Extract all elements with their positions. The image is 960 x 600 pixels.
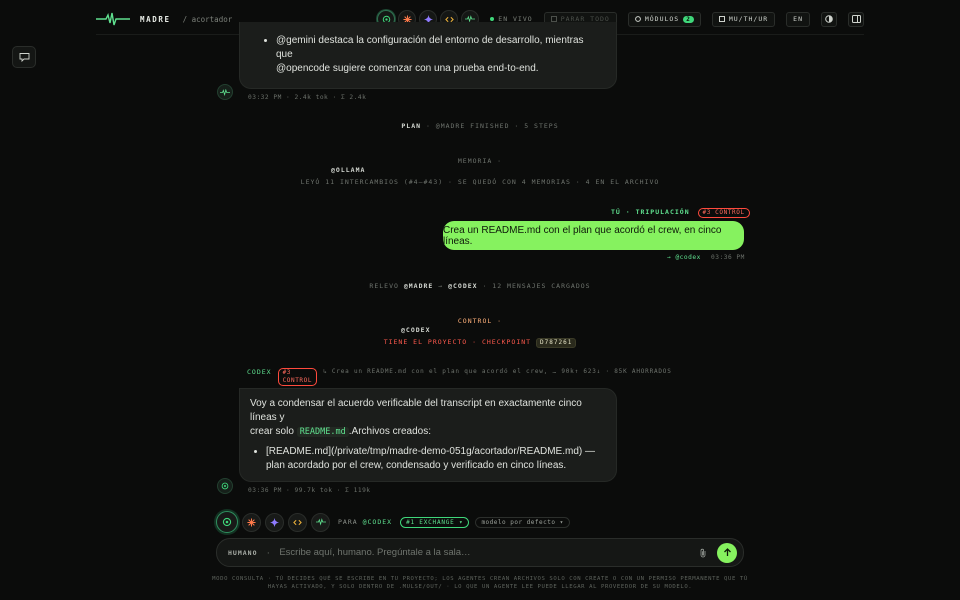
modules-label: MÓDULOS bbox=[644, 15, 680, 23]
footer-notice: MODO CONSULTA · TÚ DECIDES QUÉ SE ESCRIB… bbox=[212, 576, 748, 590]
message-input[interactable] bbox=[279, 547, 699, 558]
agent-message-codex: Voy a condensar el acuerdo verificable d… bbox=[239, 388, 617, 482]
speaker-label: HUMANO · bbox=[228, 548, 272, 557]
control-event-detail: TIENE EL PROYECTO · CHECKPOINT D787261 bbox=[0, 338, 960, 348]
target-agent: @CODEX bbox=[362, 518, 393, 526]
madre-avatar bbox=[217, 84, 233, 100]
codex-icon bbox=[221, 482, 229, 490]
memory-event-title: MEMORIA · bbox=[457, 157, 503, 165]
message-bullet: @gemini destaca la configuración del ent… bbox=[276, 34, 602, 76]
send-button[interactable] bbox=[717, 542, 737, 563]
codex-name: CODEX bbox=[247, 368, 272, 376]
codex-avatar bbox=[217, 478, 233, 494]
plan-event: PLAN · @MADRE FINISHED · 5 STEPS bbox=[0, 122, 960, 130]
plan-label: PLAN bbox=[401, 122, 422, 130]
select-claude-icon[interactable] bbox=[242, 512, 261, 532]
message-composer: HUMANO · bbox=[216, 538, 744, 567]
message-bullets: @gemini destaca la configuración del ent… bbox=[262, 34, 602, 76]
live-dot-icon bbox=[490, 17, 495, 21]
muthur-label: MU/TH/UR bbox=[728, 15, 769, 23]
brand-name: MADRE bbox=[140, 14, 171, 24]
breadcrumb-project[interactable]: / acortador bbox=[183, 15, 233, 24]
control-tag: #3 CONTROL bbox=[697, 208, 750, 218]
memory-event-agent: @OLLAMA bbox=[331, 166, 366, 174]
control-event-agent: @CODEX bbox=[401, 326, 431, 334]
codex-message-bullet[interactable]: [README.md](/private/tmp/madre-demo-051g… bbox=[266, 445, 604, 473]
modules-count-badge: 2 bbox=[683, 15, 694, 23]
target-agent-selector: PARA @CODEX #1 EXCHANGE ▾ modelo por def… bbox=[216, 511, 570, 533]
attach-icon[interactable] bbox=[699, 548, 707, 558]
exchange-dropdown[interactable]: #1 EXCHANGE ▾ bbox=[400, 516, 470, 528]
checkpoint-hash[interactable]: D787261 bbox=[536, 338, 577, 348]
chat-toggle-button[interactable] bbox=[12, 46, 36, 68]
codex-message-bullets: [README.md](/private/tmp/madre-demo-051g… bbox=[250, 445, 604, 473]
arrow-up-icon bbox=[723, 548, 731, 556]
select-madre-icon[interactable] bbox=[311, 512, 330, 532]
handoff-event: RELEVO @MADRE → @CODEX · 12 MENSAJES CAR… bbox=[369, 282, 591, 290]
select-opencode-icon[interactable] bbox=[288, 512, 307, 532]
handoff-to: @CODEX bbox=[448, 282, 478, 290]
user-message-meta: → @codex 03:36 PM bbox=[667, 254, 745, 261]
theme-toggle-icon[interactable] bbox=[821, 11, 837, 27]
muthur-button[interactable]: MU/TH/UR bbox=[711, 11, 776, 27]
select-codex-icon[interactable] bbox=[216, 511, 238, 533]
plan-detail: · @MADRE FINISHED · 5 STEPS bbox=[425, 122, 559, 130]
language-button[interactable]: EN bbox=[786, 11, 810, 27]
codex-message-line2: crear solo README.md .Archivos creados: bbox=[250, 426, 432, 437]
message-meta: 03:32 PM · 2.4k tok · Σ 2.4k bbox=[248, 94, 367, 101]
memory-event-detail: LEYÓ 11 INTERCAMBIOS (#4–#43) · SE QUEDÓ… bbox=[300, 178, 660, 186]
select-gemini-icon[interactable] bbox=[265, 512, 284, 532]
user-message-header: TÚ · TRIPULACIÓN #3 CONTROL bbox=[611, 208, 750, 218]
codex-context-line: ↳ Crea un README.md con el plan que acor… bbox=[323, 368, 672, 375]
codex-message-line1: Voy a condensar el acuerdo verificable d… bbox=[250, 398, 582, 423]
madre-logo-icon bbox=[96, 12, 130, 26]
codex-message-header: CODEX #3 CONTROL ↳ Crea un README.md con… bbox=[247, 368, 671, 386]
chat-bubble-icon bbox=[19, 53, 29, 62]
codex-message-meta: 03:36 PM · 99.7k tok · Σ 119k bbox=[248, 487, 371, 494]
codex-control-tag: #3 CONTROL bbox=[277, 368, 318, 386]
handoff-from: @MADRE bbox=[403, 282, 434, 290]
modules-button[interactable]: MÓDULOS 2 bbox=[627, 11, 701, 27]
inline-code: README.md bbox=[296, 427, 349, 437]
target-label: PARA @CODEX bbox=[338, 518, 393, 526]
model-dropdown[interactable]: modelo por defecto ▾ bbox=[475, 516, 570, 528]
madre-wave-icon bbox=[220, 88, 230, 96]
sidebar-toggle-icon[interactable] bbox=[848, 11, 864, 27]
user-message: Crea un README.md con el plan que acordó… bbox=[443, 221, 744, 250]
control-event-title: CONTROL · bbox=[457, 317, 503, 325]
agent-message-madre: @gemini destaca la configuración del ent… bbox=[239, 22, 617, 89]
